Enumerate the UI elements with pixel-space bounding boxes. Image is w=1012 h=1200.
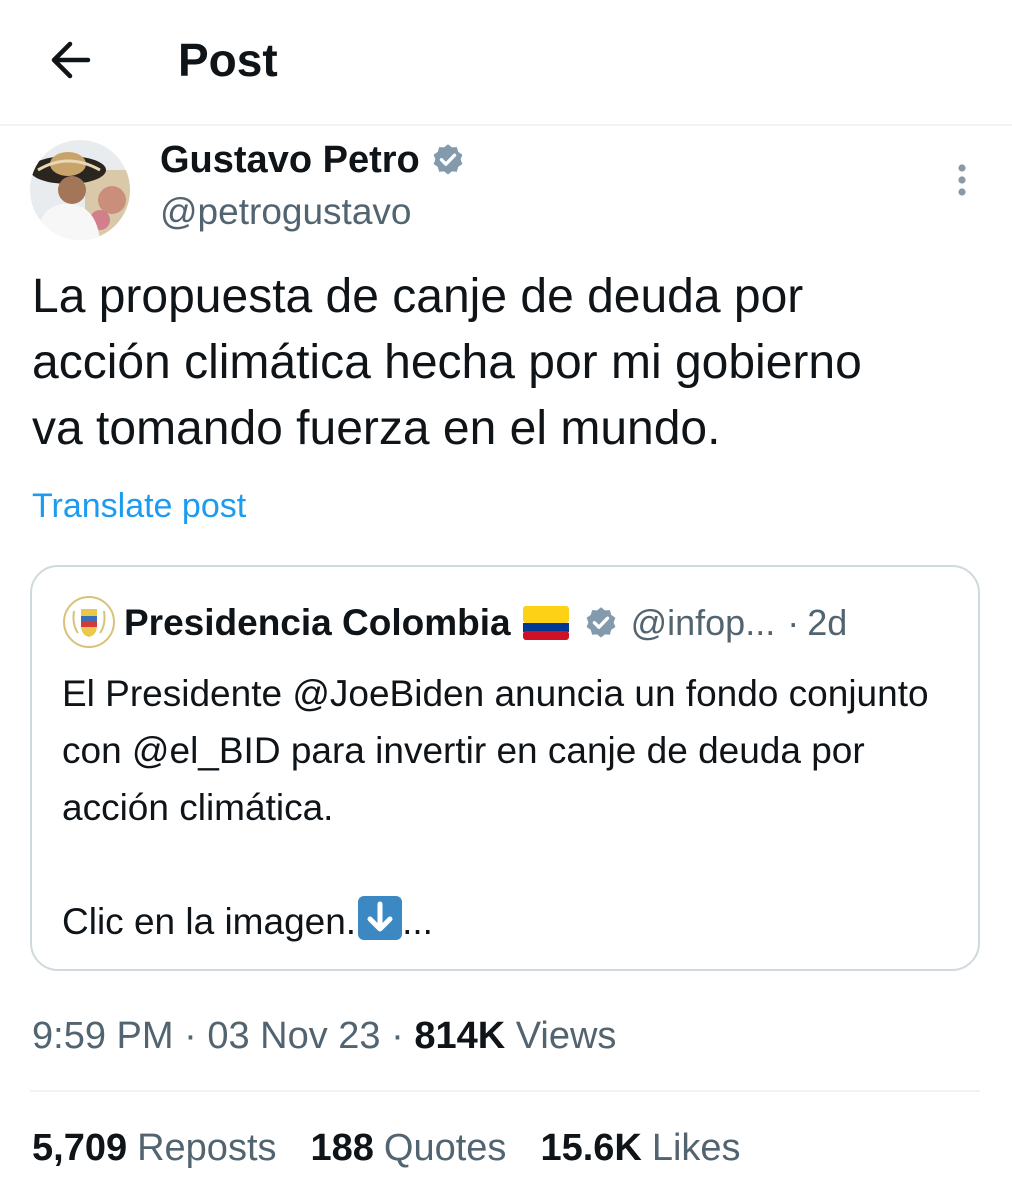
quotes-stat[interactable]: 188 Quotes: [311, 1122, 507, 1174]
post-meta: 9:59 PM · 03 Nov 23 · 814K Views: [32, 1010, 616, 1062]
top-bar: Post: [0, 0, 1012, 126]
reposts-label: Reposts: [137, 1127, 277, 1169]
quoted-author-avatar[interactable]: [62, 595, 116, 649]
quoted-text-paragraph-2: Clic en la imagen....: [62, 893, 962, 950]
more-options-button[interactable]: [944, 158, 980, 202]
author-name[interactable]: Gustavo Petro: [160, 136, 466, 184]
author-name-text: Gustavo Petro: [160, 139, 420, 181]
divider: [30, 1090, 980, 1092]
down-arrow-emoji-icon: [358, 896, 403, 940]
quoted-author-name[interactable]: Presidencia Colombia: [124, 602, 511, 644]
meta-separator: ·: [173, 1015, 208, 1057]
meta-separator: ·: [380, 1015, 415, 1057]
engagement-stats: 5,709 Reposts 188 Quotes 15.6K Likes: [32, 1122, 775, 1174]
quoted-post-time: 2d: [807, 602, 848, 643]
author-avatar[interactable]: [30, 140, 130, 240]
page-title: Post: [178, 34, 278, 86]
quoted-post-header: Presidencia Colombia @infop... · 2d: [124, 597, 954, 649]
translate-post-link[interactable]: Translate post: [32, 484, 246, 528]
quoted-text-line: Clic en la imagen.: [62, 901, 357, 942]
reposts-count: 5,709: [32, 1127, 128, 1169]
arrow-left-icon: [51, 41, 91, 79]
ellipsis: ...: [402, 901, 433, 942]
post-page: Post Gustavo Petro @petrogustavo La prop…: [0, 0, 1012, 1200]
quoted-post[interactable]: Presidencia Colombia @infop... · 2d El P…: [30, 565, 980, 971]
likes-stat[interactable]: 15.6K Likes: [540, 1122, 740, 1174]
likes-count: 15.6K: [540, 1127, 642, 1169]
reposts-stat[interactable]: 5,709 Reposts: [32, 1122, 277, 1174]
separator-dot: ·: [787, 602, 800, 643]
verified-badge-icon: [583, 605, 619, 641]
post-date[interactable]: 03 Nov 23: [207, 1015, 380, 1057]
more-vertical-icon: [958, 164, 966, 196]
quoted-text-paragraph: El Presidente @JoeBiden anuncia un fondo…: [62, 673, 929, 828]
quoted-post-text: El Presidente @JoeBiden anuncia un fondo…: [62, 665, 962, 950]
avatar-image: [30, 140, 130, 240]
likes-label: Likes: [651, 1127, 741, 1169]
views-count: 814K: [414, 1015, 506, 1057]
author-handle[interactable]: @petrogustavo: [160, 188, 411, 236]
verified-badge-icon: [430, 142, 466, 178]
post-time[interactable]: 9:59 PM: [32, 1015, 174, 1057]
post-text: La propuesta de canje de deuda por acció…: [32, 270, 862, 455]
coat-of-arms-icon: [62, 595, 116, 649]
quotes-label: Quotes: [383, 1127, 507, 1169]
back-button[interactable]: [38, 28, 102, 92]
views-label: Views: [515, 1015, 617, 1057]
quotes-count: 188: [310, 1127, 374, 1169]
colombia-flag-icon: [522, 606, 569, 640]
quoted-author-handle: @infop...: [630, 602, 776, 643]
